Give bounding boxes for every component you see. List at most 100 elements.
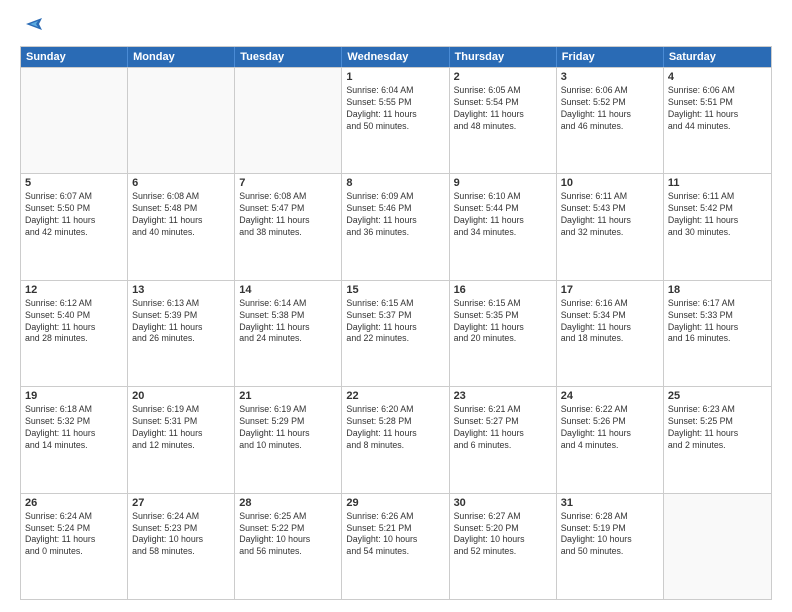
day-cell-empty-0-0 [21,68,128,173]
day-number: 4 [668,71,767,83]
day-cell-empty-0-2 [235,68,342,173]
calendar-row-3: 12Sunrise: 6:12 AMSunset: 5:40 PMDayligh… [21,280,771,386]
day-number: 25 [668,390,767,402]
day-number: 20 [132,390,230,402]
day-cell-16: 16 Sunrise: 6:15 AMSunset: 5:35 PMDayligh… [450,281,557,386]
day-number: 10 [561,177,659,189]
weekday-header-tuesday: Tuesday [235,47,342,67]
day-number: 3 [561,71,659,83]
cell-info: Sunrise: 6:08 AMSunset: 5:47 PMDaylight:… [239,191,337,239]
day-cell-7: 7 Sunrise: 6:08 AMSunset: 5:47 PMDaylight… [235,174,342,279]
day-cell-8: 8 Sunrise: 6:09 AMSunset: 5:46 PMDaylight… [342,174,449,279]
cell-info: Sunrise: 6:06 AMSunset: 5:52 PMDaylight:… [561,85,659,133]
day-cell-29: 29 Sunrise: 6:26 AMSunset: 5:21 PMDayligh… [342,494,449,599]
day-cell-4: 4 Sunrise: 6:06 AMSunset: 5:51 PMDaylight… [664,68,771,173]
cell-info: Sunrise: 6:18 AMSunset: 5:32 PMDaylight:… [25,404,123,452]
cell-info: Sunrise: 6:24 AMSunset: 5:24 PMDaylight:… [25,511,123,559]
day-cell-19: 19 Sunrise: 6:18 AMSunset: 5:32 PMDayligh… [21,387,128,492]
day-number: 24 [561,390,659,402]
day-number: 27 [132,497,230,509]
day-cell-empty-4-6 [664,494,771,599]
cell-info: Sunrise: 6:08 AMSunset: 5:48 PMDaylight:… [132,191,230,239]
calendar-body: 1 Sunrise: 6:04 AMSunset: 5:55 PMDaylight… [21,67,771,599]
day-cell-26: 26 Sunrise: 6:24 AMSunset: 5:24 PMDayligh… [21,494,128,599]
cell-info: Sunrise: 6:04 AMSunset: 5:55 PMDaylight:… [346,85,444,133]
cell-info: Sunrise: 6:11 AMSunset: 5:43 PMDaylight:… [561,191,659,239]
calendar: SundayMondayTuesdayWednesdayThursdayFrid… [20,46,772,600]
calendar-header: SundayMondayTuesdayWednesdayThursdayFrid… [21,47,771,67]
header [20,16,772,38]
day-number: 12 [25,284,123,296]
cell-info: Sunrise: 6:07 AMSunset: 5:50 PMDaylight:… [25,191,123,239]
weekday-header-wednesday: Wednesday [342,47,449,67]
day-cell-24: 24Sunrise: 6:22 AMSunset: 5:26 PMDayligh… [557,387,664,492]
cell-info: Sunrise: 6:11 AMSunset: 5:42 PMDaylight:… [668,191,767,239]
cell-info: Sunrise: 6:26 AMSunset: 5:21 PMDaylight:… [346,511,444,559]
day-cell-9: 9Sunrise: 6:10 AMSunset: 5:44 PMDaylight… [450,174,557,279]
day-cell-20: 20 Sunrise: 6:19 AMSunset: 5:31 PMDayligh… [128,387,235,492]
day-number: 14 [239,284,337,296]
day-number: 21 [239,390,337,402]
day-cell-17: 17 Sunrise: 6:16 AMSunset: 5:34 PMDayligh… [557,281,664,386]
day-cell-31: 31Sunrise: 6:28 AMSunset: 5:19 PMDayligh… [557,494,664,599]
day-cell-22: 22 Sunrise: 6:20 AMSunset: 5:28 PMDayligh… [342,387,449,492]
day-number: 17 [561,284,659,296]
day-cell-10: 10 Sunrise: 6:11 AMSunset: 5:43 PMDayligh… [557,174,664,279]
day-cell-27: 27Sunrise: 6:24 AMSunset: 5:23 PMDayligh… [128,494,235,599]
day-number: 31 [561,497,659,509]
day-cell-empty-0-1 [128,68,235,173]
day-number: 5 [25,177,123,189]
cell-info: Sunrise: 6:14 AMSunset: 5:38 PMDaylight:… [239,298,337,346]
day-cell-15: 15 Sunrise: 6:15 AMSunset: 5:37 PMDayligh… [342,281,449,386]
cell-info: Sunrise: 6:09 AMSunset: 5:46 PMDaylight:… [346,191,444,239]
day-cell-25: 25 Sunrise: 6:23 AMSunset: 5:25 PMDayligh… [664,387,771,492]
day-number: 19 [25,390,123,402]
cell-info: Sunrise: 6:27 AMSunset: 5:20 PMDaylight:… [454,511,552,559]
cell-info: Sunrise: 6:19 AMSunset: 5:29 PMDaylight:… [239,404,337,452]
day-cell-11: 11 Sunrise: 6:11 AMSunset: 5:42 PMDayligh… [664,174,771,279]
day-cell-14: 14 Sunrise: 6:14 AMSunset: 5:38 PMDayligh… [235,281,342,386]
day-cell-13: 13Sunrise: 6:13 AMSunset: 5:39 PMDayligh… [128,281,235,386]
day-number: 1 [346,71,444,83]
cell-info: Sunrise: 6:23 AMSunset: 5:25 PMDaylight:… [668,404,767,452]
cell-info: Sunrise: 6:16 AMSunset: 5:34 PMDaylight:… [561,298,659,346]
day-number: 2 [454,71,552,83]
day-number: 28 [239,497,337,509]
day-number: 26 [25,497,123,509]
day-number: 6 [132,177,230,189]
cell-info: Sunrise: 6:25 AMSunset: 5:22 PMDaylight:… [239,511,337,559]
cell-info: Sunrise: 6:21 AMSunset: 5:27 PMDaylight:… [454,404,552,452]
cell-info: Sunrise: 6:05 AMSunset: 5:54 PMDaylight:… [454,85,552,133]
logo [20,16,46,38]
calendar-row-2: 5 Sunrise: 6:07 AMSunset: 5:50 PMDaylight… [21,173,771,279]
cell-info: Sunrise: 6:15 AMSunset: 5:35 PMDaylight:… [454,298,552,346]
day-number: 22 [346,390,444,402]
weekday-header-sunday: Sunday [21,47,128,67]
day-number: 23 [454,390,552,402]
calendar-row-5: 26 Sunrise: 6:24 AMSunset: 5:24 PMDayligh… [21,493,771,599]
day-cell-12: 12Sunrise: 6:12 AMSunset: 5:40 PMDayligh… [21,281,128,386]
weekday-header-thursday: Thursday [450,47,557,67]
day-number: 7 [239,177,337,189]
day-cell-6: 6 Sunrise: 6:08 AMSunset: 5:48 PMDaylight… [128,174,235,279]
day-number: 16 [454,284,552,296]
cell-info: Sunrise: 6:15 AMSunset: 5:37 PMDaylight:… [346,298,444,346]
day-cell-30: 30Sunrise: 6:27 AMSunset: 5:20 PMDayligh… [450,494,557,599]
weekday-header-friday: Friday [557,47,664,67]
day-number: 29 [346,497,444,509]
day-cell-1: 1 Sunrise: 6:04 AMSunset: 5:55 PMDaylight… [342,68,449,173]
cell-info: Sunrise: 6:17 AMSunset: 5:33 PMDaylight:… [668,298,767,346]
day-cell-18: 18Sunrise: 6:17 AMSunset: 5:33 PMDayligh… [664,281,771,386]
day-cell-5: 5 Sunrise: 6:07 AMSunset: 5:50 PMDaylight… [21,174,128,279]
day-number: 8 [346,177,444,189]
cell-info: Sunrise: 6:20 AMSunset: 5:28 PMDaylight:… [346,404,444,452]
cell-info: Sunrise: 6:19 AMSunset: 5:31 PMDaylight:… [132,404,230,452]
day-number: 11 [668,177,767,189]
page: SundayMondayTuesdayWednesdayThursdayFrid… [0,0,792,612]
day-number: 13 [132,284,230,296]
cell-info: Sunrise: 6:06 AMSunset: 5:51 PMDaylight:… [668,85,767,133]
cell-info: Sunrise: 6:10 AMSunset: 5:44 PMDaylight:… [454,191,552,239]
day-cell-23: 23 Sunrise: 6:21 AMSunset: 5:27 PMDayligh… [450,387,557,492]
day-cell-3: 3 Sunrise: 6:06 AMSunset: 5:52 PMDaylight… [557,68,664,173]
day-number: 15 [346,284,444,296]
